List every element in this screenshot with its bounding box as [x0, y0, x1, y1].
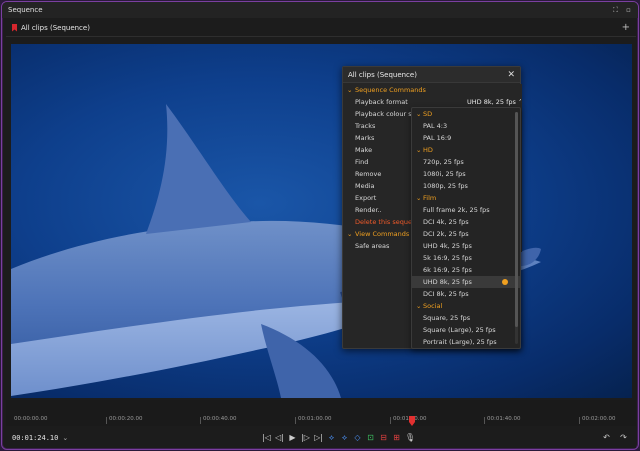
- menu-item-find[interactable]: Find: [343, 156, 413, 168]
- menu-item-playback-colour-space[interactable]: Playback colour space: [343, 108, 413, 120]
- chevron-down-icon: ⌄: [416, 110, 422, 118]
- add-mark-icon[interactable]: ⊡: [366, 432, 375, 443]
- chevron-down-icon: ⌄: [416, 146, 422, 154]
- step-back-icon[interactable]: ◁|: [275, 432, 284, 443]
- sequence-window: Sequence ⛶ ▫ All clips (Sequence) + 00:0…: [1, 1, 639, 450]
- format-option[interactable]: DCI 2k, 25 fps: [412, 228, 520, 240]
- window-title: Sequence: [8, 6, 43, 14]
- group-label: SD: [423, 110, 433, 118]
- add-tab-icon[interactable]: +: [622, 22, 630, 33]
- go-to-start-icon[interactable]: |◁: [262, 432, 271, 443]
- format-option[interactable]: DCI 8k, 25 fps: [412, 288, 520, 300]
- timeline-label: 00:00:00.00: [14, 416, 48, 422]
- redo-icon[interactable]: ↷: [619, 432, 628, 443]
- format-option[interactable]: 1080i, 25 fps: [412, 168, 520, 180]
- chevron-down-icon[interactable]: ⌄: [62, 434, 68, 442]
- section-label: View Commands: [355, 230, 410, 238]
- group-label: HD: [423, 146, 433, 154]
- chevron-down-icon: ⌄: [416, 302, 422, 310]
- menu-item-render[interactable]: Render..: [343, 204, 413, 216]
- chevron-up-icon: ⌃: [517, 98, 521, 106]
- format-option[interactable]: 1080p, 25 fps: [412, 180, 520, 192]
- format-option[interactable]: 5k 16:9, 25 fps: [412, 252, 520, 264]
- format-option[interactable]: Full frame 2k, 25 fps: [412, 204, 520, 216]
- mark-clip-icon[interactable]: ◇: [353, 432, 362, 443]
- timeline-label: 00:02:00.00: [582, 416, 616, 422]
- view-commands-header[interactable]: ⌄ View Commands: [343, 228, 413, 240]
- transport-bar: 00:01:24.10 ⌄ |◁ ◁| ▶ |▷ ▷| ⟡ ⟡ ◇ ⊡ ⊟ ⊞ …: [6, 428, 636, 448]
- format-option[interactable]: DCI 4k, 25 fps: [412, 216, 520, 228]
- timeline-label: 00:01:40.00: [487, 416, 521, 422]
- timeline-label: 00:00:40.00: [203, 416, 237, 422]
- format-option-selected[interactable]: UHD 8k, 25 fps: [412, 276, 520, 288]
- chevron-down-icon: ⌄: [347, 86, 353, 94]
- format-option[interactable]: 720p, 25 fps: [412, 156, 520, 168]
- selected-dot-icon: [502, 279, 508, 285]
- menu-item-tracks[interactable]: Tracks: [343, 120, 413, 132]
- timeline-label: 00:01:00.00: [298, 416, 332, 422]
- mark-out-icon[interactable]: ⟡: [340, 432, 349, 443]
- group-label: Social: [423, 302, 443, 310]
- format-option[interactable]: Portrait (Large), 25 fps: [412, 336, 520, 348]
- tab-bar: All clips (Sequence) +: [6, 19, 636, 37]
- timeline-tick: [106, 417, 107, 424]
- format-group-sd[interactable]: ⌄ SD: [412, 108, 520, 120]
- timeline-tick: [579, 417, 580, 424]
- bookmark-icon: [12, 23, 17, 32]
- menu-item-delete-sequence[interactable]: Delete this sequence: [343, 216, 413, 228]
- scroll-thumb[interactable]: [515, 112, 518, 327]
- format-option[interactable]: Square, 25 fps: [412, 312, 520, 324]
- timeline-tick: [484, 417, 485, 424]
- window-menu-icon[interactable]: ▫: [625, 6, 632, 14]
- format-value-label: UHD 8k, 25 fps: [467, 98, 516, 106]
- title-bar: Sequence ⛶ ▫: [2, 2, 638, 18]
- timeline-tick: [295, 417, 296, 424]
- delete-range-icon[interactable]: ⊞: [392, 432, 401, 443]
- record-icon[interactable]: ⊟: [379, 432, 388, 443]
- format-option[interactable]: UHD 4k, 25 fps: [412, 240, 520, 252]
- close-icon[interactable]: ✕: [507, 70, 515, 80]
- menu-item-label: Playback format: [355, 98, 408, 106]
- popup-header: All clips (Sequence) ✕: [343, 67, 520, 83]
- format-option[interactable]: PAL 16:9: [412, 132, 520, 144]
- timeline-ruler[interactable]: 00:00:00.00 00:00:20.00 00:00:40.00 00:0…: [6, 400, 636, 426]
- format-group-hd[interactable]: ⌄ HD: [412, 144, 520, 156]
- sequence-commands-header[interactable]: ⌄ Sequence Commands: [343, 84, 521, 96]
- chevron-down-icon: ⌄: [347, 230, 353, 238]
- group-label: Film: [423, 194, 437, 202]
- video-viewer[interactable]: [11, 44, 632, 398]
- section-label: Sequence Commands: [355, 86, 426, 94]
- menu-item-make[interactable]: Make: [343, 144, 413, 156]
- mark-in-icon[interactable]: ⟡: [327, 432, 336, 443]
- menu-item-safe-areas[interactable]: Safe areas: [343, 240, 413, 252]
- play-icon[interactable]: ▶: [288, 432, 297, 443]
- timeline-label: 00:00:20.00: [109, 416, 143, 422]
- microphone-icon[interactable]: 🎙: [405, 432, 415, 443]
- format-group-social[interactable]: ⌄ Social: [412, 300, 520, 312]
- go-to-end-icon[interactable]: ▷|: [314, 432, 323, 443]
- timecode-display[interactable]: 00:01:24.10: [12, 434, 58, 442]
- popup-title: All clips (Sequence): [348, 70, 417, 79]
- transport-controls: |◁ ◁| ▶ |▷ ▷| ⟡ ⟡ ◇ ⊡ ⊟ ⊞ 🎙: [262, 432, 415, 443]
- tab-all-clips[interactable]: All clips (Sequence): [21, 24, 90, 32]
- timeline-tick: [200, 417, 201, 424]
- chevron-down-icon: ⌄: [416, 194, 422, 202]
- menu-item-media[interactable]: Media: [343, 180, 413, 192]
- step-forward-icon[interactable]: |▷: [301, 432, 310, 443]
- format-option[interactable]: Square (Large), 25 fps: [412, 324, 520, 336]
- format-option-label: UHD 8k, 25 fps: [423, 278, 472, 286]
- menu-item-marks[interactable]: Marks: [343, 132, 413, 144]
- dropdown-scrollbar[interactable]: [515, 112, 518, 344]
- shark-image: [11, 104, 541, 398]
- menu-item-export[interactable]: Export: [343, 192, 413, 204]
- playback-format-dropdown[interactable]: ⌄ SD PAL 4:3 PAL 16:9 ⌄ HD 720p, 25 fps 10…: [411, 107, 521, 349]
- format-option[interactable]: PAL 4:3: [412, 120, 520, 132]
- format-option[interactable]: 6k 16:9, 25 fps: [412, 264, 520, 276]
- fullscreen-icon[interactable]: ⛶: [612, 6, 619, 14]
- format-group-film[interactable]: ⌄ Film: [412, 192, 520, 204]
- timeline-tick: [390, 417, 391, 424]
- menu-item-remove[interactable]: Remove: [343, 168, 413, 180]
- playhead-icon[interactable]: [409, 416, 415, 426]
- undo-icon[interactable]: ↶: [602, 432, 611, 443]
